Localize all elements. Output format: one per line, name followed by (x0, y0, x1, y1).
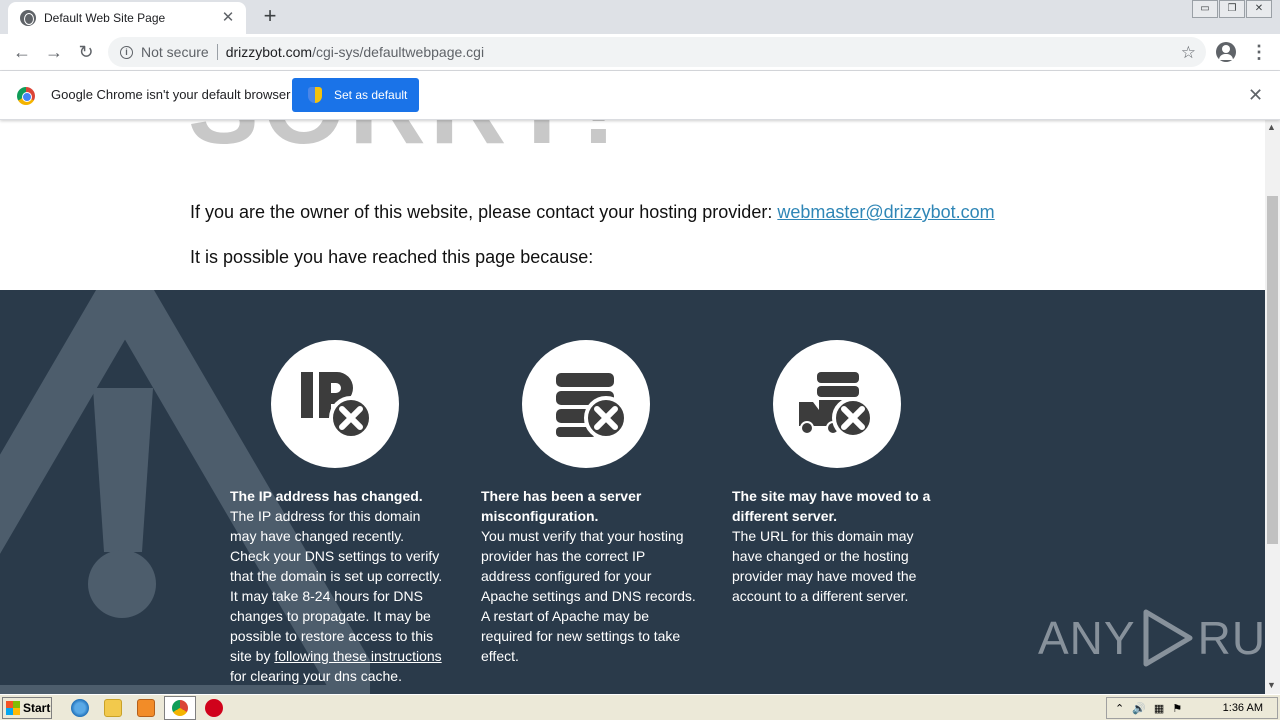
volume-icon[interactable]: 🔊 (1132, 702, 1146, 715)
start-button[interactable]: Start (2, 697, 52, 719)
scrollbar-thumb[interactable] (1267, 196, 1278, 544)
more-menu-icon[interactable]: ⋮ (1250, 40, 1268, 64)
anyrun-watermark: ANY RUN (1038, 608, 1265, 668)
tab-strip: Default Web Site Page ✕ + ▭ ❐ ✕ (0, 0, 1280, 34)
close-infobar-icon[interactable]: ✕ (1248, 85, 1263, 106)
play-logo-icon (1143, 609, 1193, 667)
default-browser-infobar: Google Chrome isn't your default browser… (0, 71, 1280, 120)
page-viewport: SORRY! If you are the owner of this webs… (0, 120, 1265, 694)
minimize-button[interactable]: ▭ (1192, 0, 1218, 18)
reason-body-tail: for clearing your dns cache. (230, 668, 402, 684)
scroll-down-arrow-icon[interactable]: ▼ (1267, 680, 1276, 690)
security-label: Not secure (141, 44, 209, 60)
start-label: Start (23, 701, 51, 715)
set-as-default-label: Set as default (334, 88, 408, 102)
profile-avatar-icon[interactable] (1216, 42, 1236, 62)
server-error-icon (556, 373, 628, 440)
reason-body-text: The IP address for this domain may have … (230, 508, 443, 664)
media-player-icon[interactable] (137, 699, 155, 717)
watermark-right: RUN (1197, 612, 1265, 664)
show-hidden-icons-icon[interactable]: ⌃ (1115, 702, 1124, 715)
webmaster-email-link[interactable]: webmaster@drizzybot.com (777, 202, 994, 222)
back-button[interactable]: ← (10, 40, 34, 64)
reason-intro: It is possible you have reached this pag… (190, 247, 594, 267)
taskbar: Start ⌃ 🔊 ▦ ⚑ 1:36 AM (0, 694, 1280, 720)
reason-ip-changed: The IP address has changed. The IP addre… (230, 340, 445, 686)
close-window-button[interactable]: ✕ (1246, 0, 1272, 18)
tab-title: Default Web Site Page (44, 11, 166, 25)
close-tab-icon[interactable]: ✕ (220, 10, 236, 26)
owner-text: If you are the owner of this website, pl… (190, 202, 778, 222)
reason-body: The URL for this domain may have changed… (732, 528, 917, 604)
instructions-link[interactable]: following these instructions (274, 648, 441, 664)
sorry-heading: SORRY! (188, 120, 620, 162)
restore-button[interactable]: ❐ (1219, 0, 1245, 18)
window-controls: ▭ ❐ ✕ (1191, 0, 1272, 18)
watermark-left: ANY (1038, 612, 1136, 664)
ip-error-icon (301, 372, 373, 440)
url-path: /cgi-sys/defaultwebpage.cgi (312, 44, 485, 60)
address-bar[interactable]: i Not secure drizzybot.com/cgi-sys/defau… (108, 37, 1206, 67)
set-as-default-button[interactable]: Set as default (292, 78, 419, 112)
browser-tab[interactable]: Default Web Site Page ✕ (8, 2, 246, 34)
reload-button[interactable]: ↻ (74, 40, 98, 64)
reasons-section: The IP address has changed. The IP addre… (0, 290, 1265, 694)
server-moved-icon (799, 372, 874, 439)
owner-contact-line: If you are the owner of this website, pl… (190, 202, 995, 223)
chrome-icon (172, 700, 188, 716)
scroll-up-arrow-icon[interactable]: ▲ (1267, 122, 1276, 132)
reason-title: There has been a server misconfiguration… (481, 488, 642, 524)
bookmark-star-icon[interactable]: ☆ (1181, 43, 1196, 63)
forward-button[interactable]: → (42, 40, 66, 64)
reason-title: The IP address has changed. (230, 488, 423, 504)
reason-icon-circle (522, 340, 650, 468)
action-center-flag-icon[interactable]: ⚑ (1172, 702, 1182, 715)
globe-icon (20, 10, 36, 26)
file-explorer-icon[interactable] (104, 699, 122, 717)
network-icon[interactable]: ▦ (1154, 702, 1164, 715)
reason-title: The site may have moved to a different s… (732, 488, 931, 524)
clock[interactable]: 1:36 AM (1223, 702, 1263, 714)
infobar-message: Google Chrome isn't your default browser (51, 87, 291, 102)
info-icon[interactable]: i (120, 45, 133, 59)
reason-moved-server: The site may have moved to a different s… (732, 340, 947, 606)
reason-icon-circle (773, 340, 901, 468)
new-tab-button[interactable]: + (259, 5, 281, 27)
internet-explorer-icon[interactable] (71, 699, 89, 717)
reason-icon-circle (271, 340, 399, 468)
uac-shield-icon (308, 87, 322, 103)
reason-body: You must verify that your hosting provid… (481, 528, 696, 664)
system-tray: ⌃ 🔊 ▦ ⚑ 1:36 AM (1106, 697, 1278, 719)
chrome-logo-icon (17, 87, 35, 105)
url-host: drizzybot.com (225, 44, 313, 60)
windows-logo-icon (6, 701, 20, 715)
reason-misconfiguration: There has been a server misconfiguration… (481, 340, 696, 666)
browser-toolbar: ← → ↻ i Not secure drizzybot.com/cgi-sys… (0, 34, 1280, 71)
address-divider (216, 44, 218, 60)
chrome-taskbar-button[interactable] (164, 696, 196, 720)
opera-icon[interactable] (205, 699, 223, 717)
reason-body: The IP address for this domain may have … (230, 506, 445, 686)
